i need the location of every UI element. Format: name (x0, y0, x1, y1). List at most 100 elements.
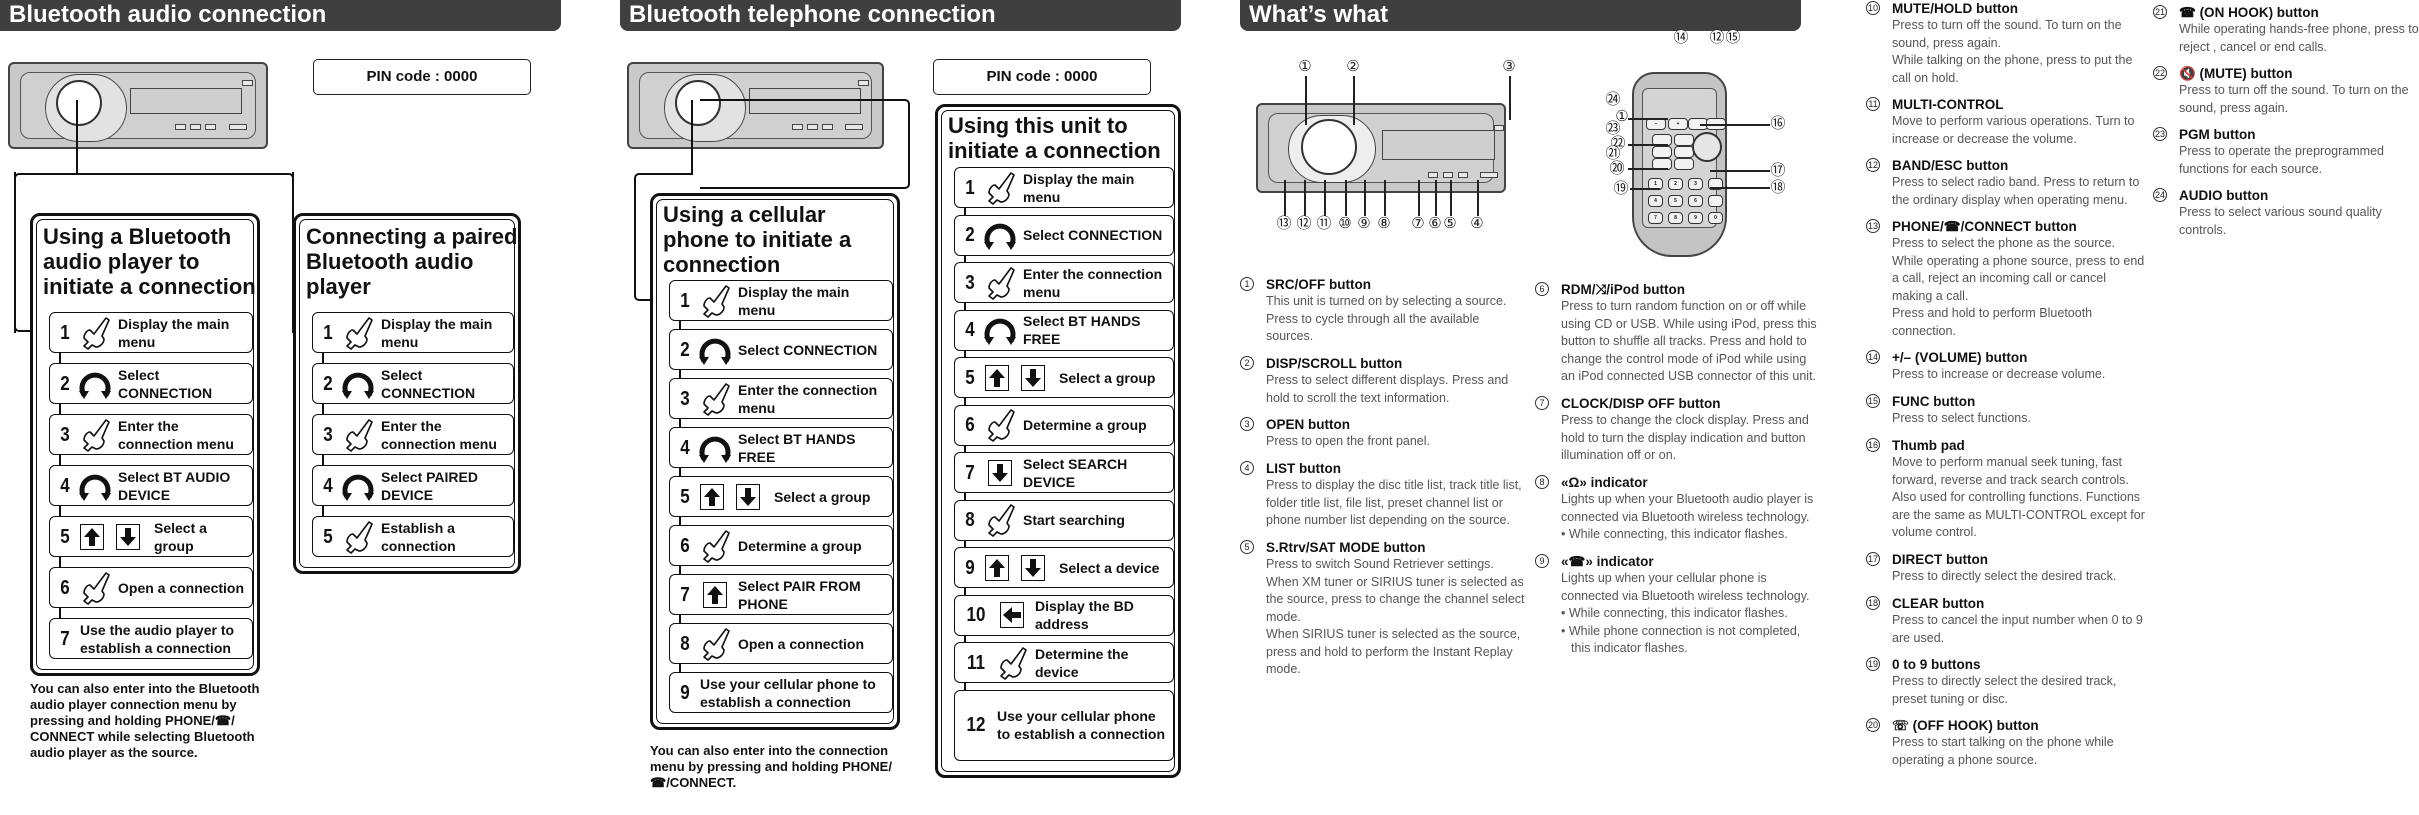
step-number: 5 (60, 525, 70, 548)
step-number: 9 (680, 681, 690, 704)
remote-clear-button (1708, 195, 1723, 207)
callout-leader-line (1284, 180, 1286, 216)
item-description: Press to start talking on the phone whil… (1892, 735, 2114, 767)
item-description: While talking on the phone, press to put… (1892, 53, 2133, 85)
item-number-badge: 20 (1866, 718, 1880, 732)
callout-leader-line (1305, 76, 1307, 125)
flow-step-9: 9 Use your cellular phone to establish a … (669, 672, 893, 713)
step-text: Select a group (774, 488, 871, 505)
callout-number: ② (1345, 58, 1361, 75)
item-description: Press to change the clock display. Press… (1561, 413, 1809, 462)
flow-step-4: 4 Select PAIRED DEVICE (312, 465, 514, 506)
whats-what-item-8: 8 «Ω» indicator Lights up when your Blueto… (1535, 474, 1821, 544)
item-title: MUTE/HOLD button (1892, 1, 2018, 16)
flow-step-3: 3 Enter the connection menu (954, 262, 1174, 303)
whats-what-item-16: 16 Thumb pad Move to perform manual seek t… (1866, 437, 2148, 542)
callout-leader-line (1345, 180, 1347, 216)
item-description: Lights up when your cellular phone is co… (1561, 571, 1810, 603)
step-text: Select CONNECTION (1023, 227, 1163, 243)
step-number: 1 (680, 289, 690, 312)
step-text: Determine the device (1035, 645, 1129, 680)
item-title: SRC/OFF button (1266, 277, 1371, 292)
item-description: Lights up when your Bluetooth audio play… (1561, 492, 1814, 524)
step-text: Select CONNECTION (381, 366, 476, 401)
whats-what-item-14: 14 +/– (VOLUME) button Press to increase o… (1866, 349, 2148, 384)
step-text: Determine a group (738, 537, 862, 554)
flow-step-1: 1 Display the main menu (669, 280, 893, 321)
step-text: Select a device (1059, 559, 1160, 576)
item-description: Press and hold to perform Bluetooth conn… (1892, 306, 2093, 338)
flow-step-10: 10 Display the BD address (954, 594, 1174, 636)
whats-what-item-18: 18 CLEAR button Press to cancel the input … (1866, 595, 2148, 647)
step-text: Enter the connection menu (118, 417, 234, 452)
flow-step-5: 5 Establish a connection (312, 516, 514, 557)
press-hand-icon (993, 646, 1031, 680)
item-description: Press to select radio band. Press to ret… (1892, 175, 2140, 207)
item-title: CLOCK/DISP OFF button (1561, 396, 1721, 411)
whats-what-item-17: 17 DIRECT button Press to directly select … (1866, 551, 2148, 586)
step-text: Display the main menu (381, 315, 493, 350)
flow-step-2: 2 Select CONNECTION (312, 363, 514, 404)
item-description: Press to switch Sound Retriever settings… (1266, 557, 1525, 624)
whats-what-item-3: 3 OPEN button Press to open the front pane… (1240, 416, 1526, 451)
callout-number: ㉔ (1605, 91, 1621, 108)
down-key-icon (981, 456, 1019, 490)
flow-title: Using this unit to initiate a connection (948, 113, 1161, 163)
press-hand-icon (696, 529, 734, 563)
callout-number: ⑱ (1770, 179, 1786, 196)
step-number: 3 (680, 387, 690, 410)
step-number: 4 (680, 436, 690, 459)
section-header-whats-what: What’s what (1240, 0, 1801, 31)
item-number-badge: 19 (1866, 657, 1880, 671)
press-hand-icon (76, 316, 114, 350)
step-number: 5 (680, 485, 690, 508)
item-number-badge: 24 (2153, 188, 2167, 202)
flow-step-4: 4 Select BT AUDIO DEVICE (49, 465, 253, 506)
flow-step-2: 2 Select CONNECTION (954, 214, 1174, 256)
step-text: Start searching (1023, 512, 1125, 528)
whats-what-item-15: 15 FUNC button Press to select functions. (1866, 393, 2148, 428)
callout-number: ⑬ (1276, 215, 1292, 232)
callout-leader-line (1418, 180, 1420, 216)
step-text: Select BT HANDS FREE (1023, 313, 1141, 347)
item-description: Press to display the disc title list, tr… (1266, 478, 1522, 527)
step-number: 7 (60, 627, 70, 650)
item-number-badge: 7 (1535, 396, 1549, 410)
whats-what-item-6: 6 RDM/⤨/iPod button Press to turn random f… (1535, 281, 1821, 386)
step-number: 4 (60, 474, 70, 497)
flow-step-8: 8 Open a connection (669, 623, 893, 664)
up-key-icon (696, 578, 734, 612)
item-title: OPEN button (1266, 417, 1350, 432)
callout-number: ⑫ (1296, 215, 1312, 232)
callout-leader-line (1700, 124, 1770, 126)
multi-control-knob (56, 80, 102, 126)
step-text: Select SEARCH DEVICE (1023, 455, 1128, 490)
step-number: 3 (60, 423, 70, 446)
down-key-icon (736, 483, 760, 510)
flow-title-line: initiate a connection (948, 138, 1161, 163)
item-number-badge: 3 (1240, 417, 1254, 431)
flow-step-6: 6 Determine a group (669, 525, 893, 566)
item-title: 🔇 (MUTE) button (2179, 66, 2293, 81)
flow-step-4: 4 Select BT HANDS FREE (669, 427, 893, 468)
step-text: Display the main menu (118, 315, 230, 350)
callout-number: ⑫ (1709, 29, 1725, 46)
remote-key-0: 0 (1708, 212, 1723, 224)
whats-what-item-24: 24 AUDIO button Press to select various so… (2153, 187, 2419, 239)
item-description: Press to turn off the sound. To turn on … (1892, 18, 2122, 50)
step-text: Select BT HANDS FREE (738, 430, 856, 465)
step-text: Open a connection (118, 579, 245, 596)
item-number-badge: 11 (1866, 97, 1880, 111)
item-title: PGM button (2179, 127, 2256, 142)
head-unit-illustration (8, 62, 268, 149)
up-down-keys-icon (700, 483, 760, 510)
pin-code-label-phone: PIN code : 0000 (933, 59, 1151, 95)
item-number-badge: 18 (1866, 596, 1880, 610)
whats-what-item-13: 13 PHONE/☎/CONNECT button Press to select … (1866, 218, 2148, 340)
item-number-badge: 16 (1866, 438, 1880, 452)
flow-step-2: 2 Select CONNECTION (669, 329, 893, 370)
step-text: Enter the connection menu (1023, 265, 1163, 300)
left-key-icon (993, 598, 1031, 632)
whats-what-item-22: 22 🔇 (MUTE) button Press to turn off the s… (2153, 65, 2419, 117)
up-down-keys-icon (985, 364, 1045, 391)
